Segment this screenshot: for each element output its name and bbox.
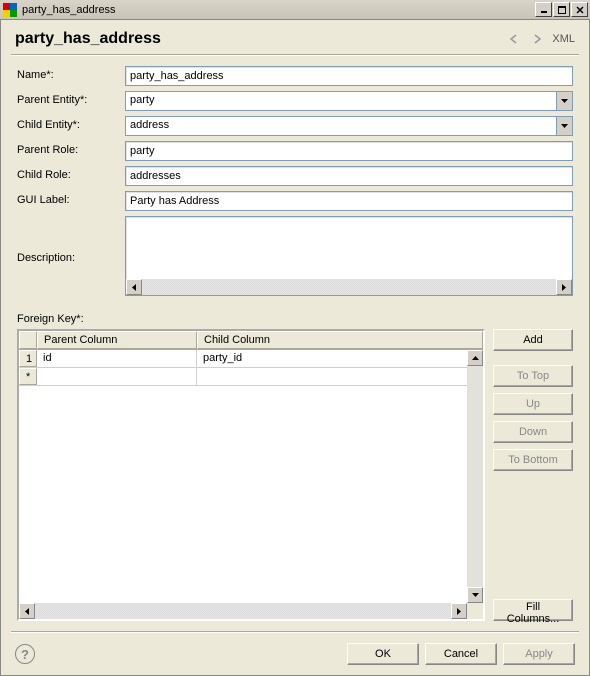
up-button[interactable]: Up [493,393,573,415]
grid-vscroll[interactable] [467,350,483,603]
nav-forward-icon[interactable] [528,30,546,48]
apply-button[interactable]: Apply [503,643,575,665]
child-entity-select[interactable]: address [125,116,573,136]
add-button[interactable]: Add [493,329,573,351]
parent-entity-label: Parent Entity*: [17,91,125,106]
down-button[interactable]: Down [493,421,573,443]
grid-header: Parent Column Child Column [19,331,483,350]
to-bottom-button[interactable]: To Bottom [493,449,573,471]
grid-corner [19,331,37,349]
gui-label-label: GUI Label: [17,191,125,206]
description-textarea[interactable] [125,216,573,296]
parent-role-label: Parent Role: [17,141,125,156]
parent-cell[interactable]: id [37,350,197,367]
scroll-right-icon[interactable] [451,603,467,619]
nav-back-icon[interactable] [506,30,524,48]
xml-toggle[interactable]: XML [552,33,575,45]
header: party_has_address XML [1,20,589,54]
scroll-corner [467,603,483,619]
fk-button-column: Add To Top Up Down To Bottom Fill Column… [493,329,573,621]
gui-label-input[interactable] [125,191,573,211]
scroll-right-icon[interactable] [556,279,572,295]
scroll-track[interactable] [142,279,556,295]
description-hscroll[interactable] [126,279,572,295]
foreign-key-label: Foreign Key*: [1,307,589,329]
fill-columns-button[interactable]: Fill Columns... [493,599,573,621]
parent-entity-value: party [126,92,556,110]
titlebar: party_has_address [0,0,590,20]
scroll-track[interactable] [35,603,451,619]
dropdown-icon [556,117,572,135]
table-row[interactable]: * [19,368,483,386]
table-row[interactable]: 1 id party_id [19,350,483,368]
row-number: 1 [19,350,37,367]
parent-column-header[interactable]: Parent Column [37,331,197,349]
footer: ? OK Cancel Apply [1,633,589,675]
name-input[interactable] [125,66,573,86]
help-icon[interactable]: ? [15,644,35,664]
window-title: party_has_address [22,4,534,16]
parent-cell[interactable] [37,368,197,385]
form: Name*: Parent Entity*: party Child Entit… [1,56,589,307]
parent-role-input[interactable] [125,141,573,161]
foreign-key-grid[interactable]: Parent Column Child Column 1 id party_id… [17,329,485,621]
minimize-button[interactable] [535,2,552,17]
close-button[interactable] [571,2,588,17]
child-entity-value: address [126,117,556,135]
to-top-button[interactable]: To Top [493,365,573,387]
cancel-button[interactable]: Cancel [425,643,497,665]
grid-hscroll[interactable] [19,603,467,619]
row-number: * [19,368,37,385]
scroll-left-icon[interactable] [126,279,142,295]
grid-body: 1 id party_id * [19,350,483,619]
foreign-key-area: Parent Column Child Column 1 id party_id… [1,329,589,631]
child-entity-label: Child Entity*: [17,116,125,131]
child-role-input[interactable] [125,166,573,186]
ok-button[interactable]: OK [347,643,419,665]
page-title: party_has_address [15,30,502,48]
child-column-header[interactable]: Child Column [197,331,483,349]
scroll-down-icon[interactable] [467,587,483,603]
child-cell[interactable]: party_id [197,350,483,367]
child-cell[interactable] [197,368,483,385]
dropdown-icon [556,92,572,110]
parent-entity-select[interactable]: party [125,91,573,111]
maximize-button[interactable] [553,2,570,17]
scroll-up-icon[interactable] [467,350,483,366]
app-icon [2,2,18,18]
child-role-label: Child Role: [17,166,125,181]
scroll-track[interactable] [467,366,483,587]
scroll-left-icon[interactable] [19,603,35,619]
name-label: Name*: [17,66,125,81]
description-label: Description: [17,249,125,264]
